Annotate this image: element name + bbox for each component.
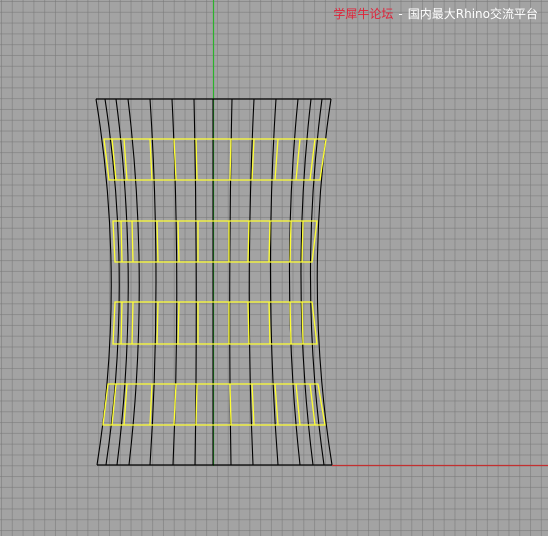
selected-band-3[interactable]: [112, 301, 318, 345]
viewport-scene: [95, 0, 548, 467]
rhino-viewport[interactable]: 学犀牛论坛 - 国内最大Rhino交流平台: [0, 0, 548, 536]
selected-band-2[interactable]: [112, 220, 318, 263]
